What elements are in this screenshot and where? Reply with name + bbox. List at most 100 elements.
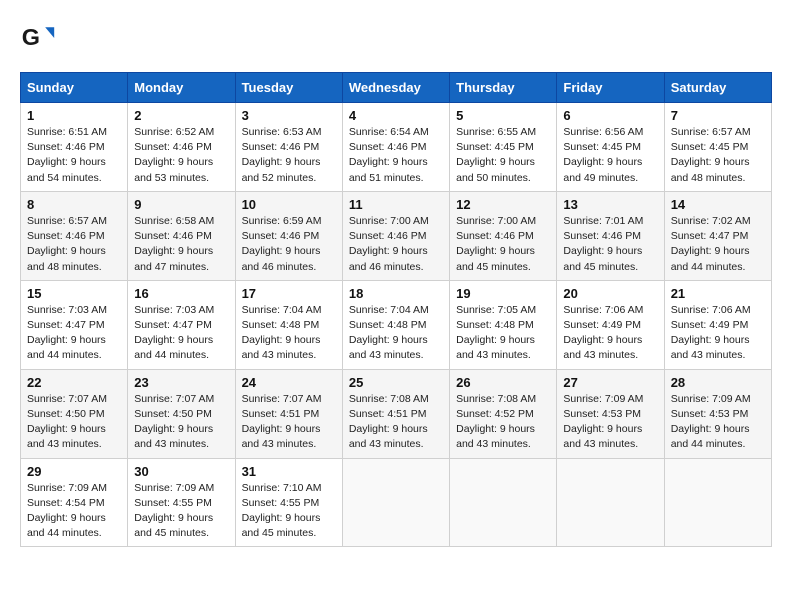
day-info: Sunrise: 6:59 AM Sunset: 4:46 PM Dayligh… [242,214,336,275]
day-info: Sunrise: 7:09 AM Sunset: 4:53 PM Dayligh… [671,392,765,453]
day-info: Sunrise: 7:08 AM Sunset: 4:51 PM Dayligh… [349,392,443,453]
day-info: Sunrise: 6:51 AM Sunset: 4:46 PM Dayligh… [27,125,121,186]
svg-text:G: G [22,24,40,50]
day-cell: 29 Sunrise: 7:09 AM Sunset: 4:54 PM Dayl… [21,458,128,547]
day-cell: 15 Sunrise: 7:03 AM Sunset: 4:47 PM Dayl… [21,280,128,369]
day-cell: 21 Sunrise: 7:06 AM Sunset: 4:49 PM Dayl… [664,280,771,369]
day-cell: 8 Sunrise: 6:57 AM Sunset: 4:46 PM Dayli… [21,191,128,280]
page-header: G [20,20,772,56]
day-cell: 3 Sunrise: 6:53 AM Sunset: 4:46 PM Dayli… [235,103,342,192]
day-number: 2 [134,108,228,123]
day-cell: 25 Sunrise: 7:08 AM Sunset: 4:51 PM Dayl… [342,369,449,458]
day-number: 18 [349,286,443,301]
day-number: 29 [27,464,121,479]
calendar-body: 1 Sunrise: 6:51 AM Sunset: 4:46 PM Dayli… [21,103,772,547]
day-number: 24 [242,375,336,390]
day-number: 16 [134,286,228,301]
day-number: 4 [349,108,443,123]
calendar-table: SundayMondayTuesdayWednesdayThursdayFrid… [20,72,772,547]
day-number: 10 [242,197,336,212]
day-cell: 20 Sunrise: 7:06 AM Sunset: 4:49 PM Dayl… [557,280,664,369]
day-info: Sunrise: 6:57 AM Sunset: 4:46 PM Dayligh… [27,214,121,275]
day-cell: 2 Sunrise: 6:52 AM Sunset: 4:46 PM Dayli… [128,103,235,192]
day-info: Sunrise: 7:00 AM Sunset: 4:46 PM Dayligh… [456,214,550,275]
day-number: 28 [671,375,765,390]
day-number: 25 [349,375,443,390]
day-cell: 12 Sunrise: 7:00 AM Sunset: 4:46 PM Dayl… [450,191,557,280]
day-info: Sunrise: 6:53 AM Sunset: 4:46 PM Dayligh… [242,125,336,186]
col-header-saturday: Saturday [664,73,771,103]
col-header-tuesday: Tuesday [235,73,342,103]
logo: G [20,20,60,56]
day-info: Sunrise: 7:07 AM Sunset: 4:50 PM Dayligh… [134,392,228,453]
day-cell: 4 Sunrise: 6:54 AM Sunset: 4:46 PM Dayli… [342,103,449,192]
day-info: Sunrise: 6:55 AM Sunset: 4:45 PM Dayligh… [456,125,550,186]
day-info: Sunrise: 7:08 AM Sunset: 4:52 PM Dayligh… [456,392,550,453]
day-info: Sunrise: 6:58 AM Sunset: 4:46 PM Dayligh… [134,214,228,275]
day-info: Sunrise: 7:09 AM Sunset: 4:55 PM Dayligh… [134,481,228,542]
day-cell: 31 Sunrise: 7:10 AM Sunset: 4:55 PM Dayl… [235,458,342,547]
day-cell [342,458,449,547]
day-info: Sunrise: 7:07 AM Sunset: 4:51 PM Dayligh… [242,392,336,453]
day-info: Sunrise: 7:10 AM Sunset: 4:55 PM Dayligh… [242,481,336,542]
day-info: Sunrise: 6:56 AM Sunset: 4:45 PM Dayligh… [563,125,657,186]
day-cell [664,458,771,547]
day-info: Sunrise: 7:09 AM Sunset: 4:54 PM Dayligh… [27,481,121,542]
day-number: 7 [671,108,765,123]
day-cell: 16 Sunrise: 7:03 AM Sunset: 4:47 PM Dayl… [128,280,235,369]
day-number: 11 [349,197,443,212]
week-row-2: 8 Sunrise: 6:57 AM Sunset: 4:46 PM Dayli… [21,191,772,280]
day-number: 6 [563,108,657,123]
day-cell: 13 Sunrise: 7:01 AM Sunset: 4:46 PM Dayl… [557,191,664,280]
day-cell: 23 Sunrise: 7:07 AM Sunset: 4:50 PM Dayl… [128,369,235,458]
col-header-sunday: Sunday [21,73,128,103]
day-number: 31 [242,464,336,479]
week-row-3: 15 Sunrise: 7:03 AM Sunset: 4:47 PM Dayl… [21,280,772,369]
day-number: 19 [456,286,550,301]
day-number: 9 [134,197,228,212]
day-info: Sunrise: 7:05 AM Sunset: 4:48 PM Dayligh… [456,303,550,364]
day-cell: 11 Sunrise: 7:00 AM Sunset: 4:46 PM Dayl… [342,191,449,280]
day-cell: 19 Sunrise: 7:05 AM Sunset: 4:48 PM Dayl… [450,280,557,369]
day-number: 1 [27,108,121,123]
day-info: Sunrise: 7:06 AM Sunset: 4:49 PM Dayligh… [671,303,765,364]
day-info: Sunrise: 7:04 AM Sunset: 4:48 PM Dayligh… [349,303,443,364]
day-info: Sunrise: 7:03 AM Sunset: 4:47 PM Dayligh… [27,303,121,364]
day-cell: 9 Sunrise: 6:58 AM Sunset: 4:46 PM Dayli… [128,191,235,280]
col-header-thursday: Thursday [450,73,557,103]
day-number: 15 [27,286,121,301]
day-info: Sunrise: 7:09 AM Sunset: 4:53 PM Dayligh… [563,392,657,453]
day-cell: 10 Sunrise: 6:59 AM Sunset: 4:46 PM Dayl… [235,191,342,280]
day-number: 3 [242,108,336,123]
day-number: 26 [456,375,550,390]
day-cell: 1 Sunrise: 6:51 AM Sunset: 4:46 PM Dayli… [21,103,128,192]
day-number: 5 [456,108,550,123]
day-number: 30 [134,464,228,479]
day-info: Sunrise: 7:07 AM Sunset: 4:50 PM Dayligh… [27,392,121,453]
day-headers-row: SundayMondayTuesdayWednesdayThursdayFrid… [21,73,772,103]
day-info: Sunrise: 7:00 AM Sunset: 4:46 PM Dayligh… [349,214,443,275]
day-cell: 28 Sunrise: 7:09 AM Sunset: 4:53 PM Dayl… [664,369,771,458]
day-cell: 27 Sunrise: 7:09 AM Sunset: 4:53 PM Dayl… [557,369,664,458]
day-cell: 30 Sunrise: 7:09 AM Sunset: 4:55 PM Dayl… [128,458,235,547]
week-row-5: 29 Sunrise: 7:09 AM Sunset: 4:54 PM Dayl… [21,458,772,547]
day-cell: 5 Sunrise: 6:55 AM Sunset: 4:45 PM Dayli… [450,103,557,192]
day-number: 13 [563,197,657,212]
day-cell: 6 Sunrise: 6:56 AM Sunset: 4:45 PM Dayli… [557,103,664,192]
day-info: Sunrise: 7:06 AM Sunset: 4:49 PM Dayligh… [563,303,657,364]
day-cell: 18 Sunrise: 7:04 AM Sunset: 4:48 PM Dayl… [342,280,449,369]
day-number: 22 [27,375,121,390]
day-number: 12 [456,197,550,212]
col-header-monday: Monday [128,73,235,103]
day-info: Sunrise: 7:02 AM Sunset: 4:47 PM Dayligh… [671,214,765,275]
logo-icon: G [20,20,56,56]
day-cell: 17 Sunrise: 7:04 AM Sunset: 4:48 PM Dayl… [235,280,342,369]
day-info: Sunrise: 6:57 AM Sunset: 4:45 PM Dayligh… [671,125,765,186]
day-cell: 26 Sunrise: 7:08 AM Sunset: 4:52 PM Dayl… [450,369,557,458]
calendar-header: SundayMondayTuesdayWednesdayThursdayFrid… [21,73,772,103]
day-info: Sunrise: 7:01 AM Sunset: 4:46 PM Dayligh… [563,214,657,275]
day-number: 21 [671,286,765,301]
day-cell: 7 Sunrise: 6:57 AM Sunset: 4:45 PM Dayli… [664,103,771,192]
week-row-1: 1 Sunrise: 6:51 AM Sunset: 4:46 PM Dayli… [21,103,772,192]
col-header-wednesday: Wednesday [342,73,449,103]
